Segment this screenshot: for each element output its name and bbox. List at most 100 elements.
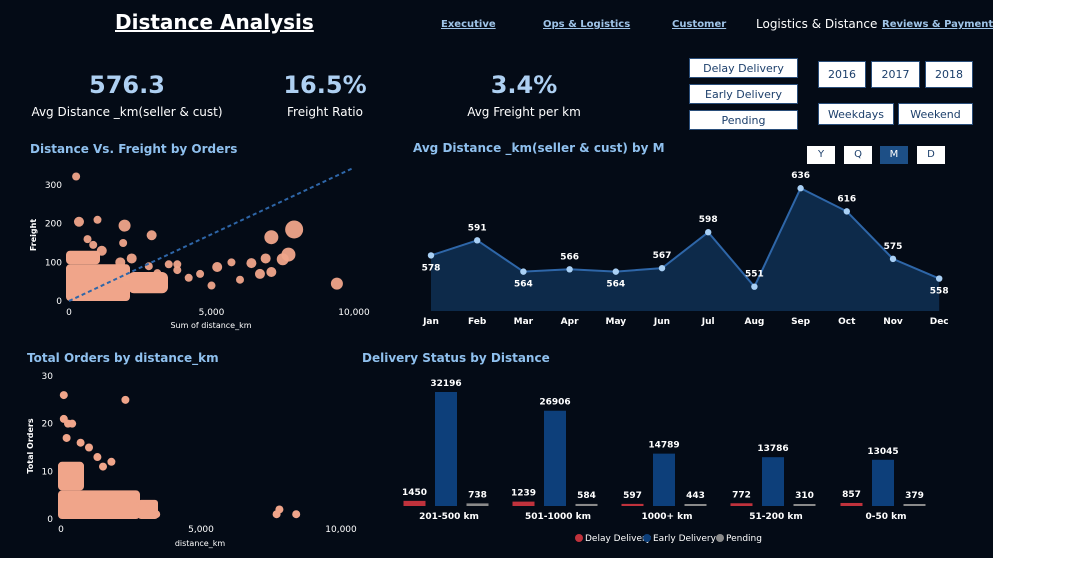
x-tick-label: 10,000 (325, 525, 357, 535)
scatter-cluster (58, 461, 84, 491)
data-label: 738 (468, 490, 487, 500)
scatter-point (330, 277, 343, 290)
scatter-cluster (66, 264, 130, 301)
slicer-weekdays[interactable]: Weekdays (818, 103, 894, 125)
scatter-point (93, 215, 102, 224)
legend-label: Early Delivery (653, 534, 717, 544)
scatter-freight-title: Distance Vs. Freight by Orders (30, 142, 238, 156)
scatter-point (207, 281, 216, 290)
y-tick-label: 300 (45, 181, 62, 191)
area-point (474, 237, 481, 244)
x-tick-label: 0-50 km (865, 512, 906, 522)
nav-customer[interactable]: Customer (672, 19, 726, 30)
scatter-point (144, 262, 153, 271)
nav-ops-logistics[interactable]: Ops & Logistics (543, 19, 630, 30)
area-point (427, 252, 435, 259)
scatter-point (236, 275, 244, 284)
data-label: 857 (842, 490, 861, 500)
bar (730, 503, 753, 506)
scatter-point (85, 443, 93, 452)
bar (575, 503, 598, 506)
data-label: 379 (905, 491, 924, 501)
x-tick-label: Jul (701, 317, 715, 327)
scatter-point (184, 273, 193, 282)
scatter-point (93, 453, 102, 462)
slicer-weekend[interactable]: Weekend (898, 103, 973, 125)
data-label: 564 (606, 280, 625, 290)
scatter-point (62, 433, 71, 442)
legend-label: Pending (726, 534, 762, 544)
slicer-year-2018[interactable]: 2018 (925, 61, 973, 88)
area-point (612, 268, 619, 275)
bar (840, 502, 863, 506)
scatter-point (126, 253, 137, 264)
x-tick-label: Apr (561, 317, 579, 327)
area-point (566, 266, 573, 273)
area-point (658, 264, 666, 272)
data-label: 13786 (757, 444, 788, 454)
x-tick-label: 5,000 (188, 525, 214, 535)
scatter-point (281, 247, 296, 262)
x-tick-label: 51-200 km (749, 512, 803, 522)
bar-delivery-chart: 1450 32196 738 201-500 km 1239 26906 584 501-10… (402, 379, 926, 544)
scatter-point (96, 245, 107, 256)
slicer-pending[interactable]: Pending (689, 110, 798, 130)
scatter-point (99, 462, 107, 471)
bar (872, 459, 894, 506)
scatter-point (227, 258, 236, 267)
scatter-point (68, 419, 77, 428)
scatter-point (292, 510, 301, 519)
scatter-point (152, 510, 161, 519)
scatter-orders-chart: 0 10 20 30 0 5,000 10,000 distance_km Total Orde… (26, 372, 357, 548)
bar (621, 503, 644, 506)
data-label: 558 (930, 287, 949, 297)
data-label: 32196 (430, 379, 461, 389)
scatter-point (115, 257, 126, 268)
bar (466, 503, 489, 506)
bar (544, 410, 566, 506)
y-tick-label: 0 (56, 297, 62, 307)
x-tick-label: 5,000 (199, 308, 225, 318)
data-label: 26906 (539, 398, 570, 408)
slicer-delay-delivery[interactable]: Delay Delivery (689, 58, 798, 78)
kpi-freight-ratio-value: 16.5% (283, 71, 367, 99)
scatter-point (138, 500, 147, 509)
area-point (843, 208, 850, 215)
bar-delivery-title: Delivery Status by Distance (362, 351, 550, 365)
data-label: 567 (653, 251, 672, 261)
x-tick-label: 1000+ km (641, 512, 692, 522)
y-tick-label: 100 (45, 258, 62, 268)
nav-reviews-payment[interactable]: Reviews & Payment (882, 19, 993, 30)
slicer-year-2016[interactable]: 2016 (818, 61, 866, 88)
y-tick-label: 0 (47, 515, 53, 525)
slicer-year-2017[interactable]: 2017 (871, 61, 920, 88)
scatter-point (76, 438, 85, 447)
bar (653, 453, 675, 506)
y-axis-label: Freight (29, 219, 38, 251)
data-label: 14789 (648, 441, 679, 451)
scatter-point (196, 269, 205, 278)
data-label: 584 (577, 491, 596, 501)
legend-marker (643, 534, 651, 542)
x-tick-label: Dec (930, 317, 949, 327)
x-tick-label: Jun (653, 317, 670, 327)
scatter-point (164, 260, 173, 269)
scatter-point (83, 235, 92, 244)
data-label: 772 (732, 490, 751, 500)
scatter-orders-title: Total Orders by distance_km (27, 351, 219, 365)
nav-executive[interactable]: Executive (441, 19, 496, 30)
nav-logistics-distance[interactable]: Logistics & Distance (756, 17, 877, 31)
scatter-point (246, 258, 257, 269)
scatter-point (121, 395, 130, 404)
bar (793, 504, 816, 506)
y-tick-label: 20 (42, 420, 54, 430)
x-tick-label: Mar (514, 317, 534, 327)
data-label: 597 (623, 491, 642, 501)
area-point (751, 283, 758, 290)
scatter-point (59, 391, 68, 400)
data-label: 636 (791, 171, 810, 181)
data-label: 1450 (402, 488, 427, 498)
slicer-early-delivery[interactable]: Early Delivery (689, 84, 798, 104)
x-axis-label: distance_km (175, 539, 226, 548)
data-label: 598 (699, 215, 718, 225)
